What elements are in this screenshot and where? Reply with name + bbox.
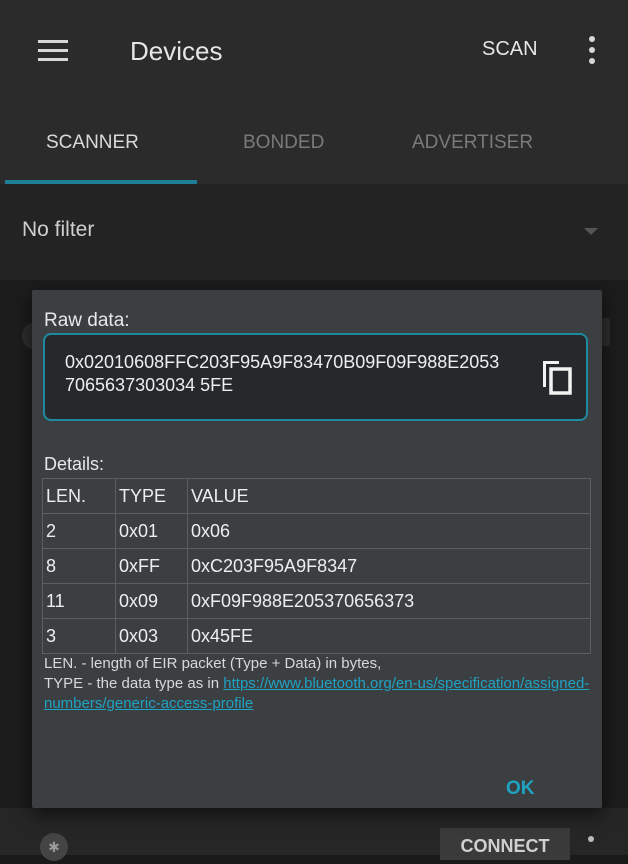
table-header-row: LEN. TYPE VALUE	[42, 478, 591, 514]
details-label: Details:	[44, 454, 105, 474]
tab-bonded[interactable]: BONDED	[243, 132, 324, 154]
details-table: LEN. TYPE VALUE 2 0x01 0x06 8 0xFF 0xC20…	[42, 478, 591, 654]
header-len: LEN.	[42, 478, 116, 514]
legend-line-type: TYPE - the data type as in https://www.b…	[44, 674, 604, 714]
legend-type-prefix: TYPE - the data type as in	[44, 675, 224, 692]
ok-button[interactable]: OK	[506, 778, 535, 800]
raw-data-dialog: Raw data: 0x02010608FFC203F95A9F83470B09…	[32, 290, 602, 808]
filter-dropdown[interactable]: No filter	[0, 184, 628, 280]
table-row: 11 0x09 0xF09F988E205370656373	[42, 583, 591, 619]
table-row: 8 0xFF 0xC203F95A9F8347	[42, 548, 591, 584]
details-legend: LEN. - length of EIR packet (Type + Data…	[44, 654, 604, 714]
menu-icon[interactable]	[38, 40, 68, 62]
cell-len: 3	[42, 618, 116, 654]
header-value: VALUE	[187, 478, 591, 514]
scan-button[interactable]: SCAN	[482, 38, 538, 61]
tab-bar: SCANNER BONDED ADVERTISER	[0, 100, 628, 184]
raw-data-value: 0x02010608FFC203F95A9F83470B09F09F988E20…	[65, 352, 500, 395]
cell-type: 0x03	[115, 618, 188, 654]
table-row: 2 0x01 0x06	[42, 513, 591, 549]
row-more-icon[interactable]	[588, 836, 594, 842]
cell-len: 11	[42, 583, 116, 619]
tab-advertiser[interactable]: ADVERTISER	[412, 132, 533, 154]
cell-value: 0x06	[187, 513, 591, 549]
table-row: 3 0x03 0x45FE	[42, 618, 591, 654]
cell-len: 2	[42, 513, 116, 549]
more-options-icon[interactable]	[588, 36, 596, 66]
app-bar: Devices SCAN	[0, 0, 628, 100]
cell-type: 0x09	[115, 583, 188, 619]
raw-data-label: Raw data:	[44, 310, 130, 331]
page-title: Devices	[130, 36, 223, 66]
cell-len: 8	[42, 548, 116, 584]
tab-scanner[interactable]: SCANNER	[46, 132, 139, 154]
cell-type: 0xFF	[115, 548, 188, 584]
header-type: TYPE	[115, 478, 188, 514]
filter-label: No filter	[22, 218, 95, 241]
connect-button[interactable]: CONNECT	[440, 828, 570, 860]
bluetooth-icon: ✱	[40, 833, 68, 861]
legend-line-len: LEN. - length of EIR packet (Type + Data…	[44, 655, 382, 672]
raw-data-field[interactable]: 0x02010608FFC203F95A9F83470B09F09F988E20…	[43, 333, 588, 421]
cell-value: 0x45FE	[187, 618, 591, 654]
cell-type: 0x01	[115, 513, 188, 549]
copy-icon[interactable]	[539, 357, 575, 397]
cell-value: 0xC203F95A9F8347	[187, 548, 591, 584]
cell-value: 0xF09F988E205370656373	[187, 583, 591, 619]
dropdown-arrow-icon	[584, 228, 598, 235]
